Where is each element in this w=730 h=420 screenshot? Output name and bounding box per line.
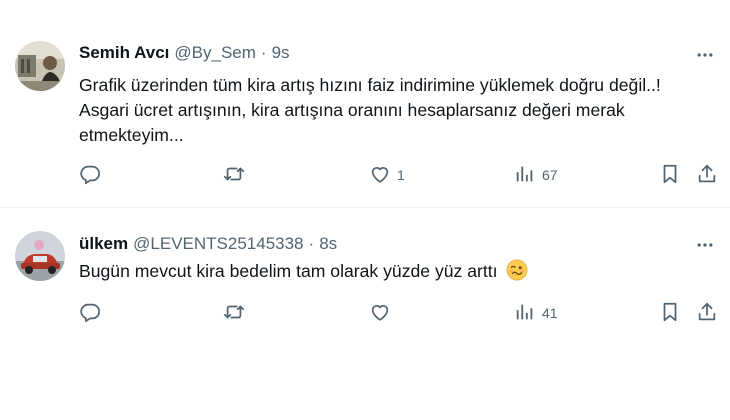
more-dots-icon[interactable]	[694, 234, 716, 256]
tweet-actions: 1 67	[79, 163, 724, 187]
share-icon	[696, 163, 718, 188]
bookmark-icon	[659, 163, 681, 188]
tweet[interactable]: ülkem @LEVENTS25145338 · 8s Bugün mevcut…	[0, 209, 730, 349]
bookmark-button[interactable]	[659, 163, 681, 187]
tweet-actions: 41	[79, 301, 724, 325]
tweet-text-line: etmekteyim...	[79, 125, 184, 145]
retweet-icon	[223, 163, 245, 188]
bookmark-button[interactable]	[659, 301, 681, 325]
tweet[interactable]: Semih Avcı @By_Sem · 9s Grafik üzerinden…	[0, 0, 730, 208]
share-button[interactable]	[696, 301, 718, 325]
share-icon	[696, 301, 718, 326]
views-button[interactable]: 67	[514, 163, 558, 187]
timestamp[interactable]: 8s	[319, 234, 337, 254]
heart-icon	[369, 301, 391, 326]
view-count: 41	[542, 305, 558, 321]
author-name[interactable]: Semih Avcı	[79, 43, 169, 63]
retweet-icon	[223, 301, 245, 326]
retweet-button[interactable]	[223, 163, 245, 187]
reply-icon	[79, 163, 101, 188]
tweet-text-line: Grafik üzerinden tüm kira artış hızını f…	[79, 75, 661, 95]
like-count: 1	[397, 167, 405, 183]
heart-icon	[369, 163, 391, 188]
reply-button[interactable]	[79, 163, 101, 187]
bookmark-icon	[659, 301, 681, 326]
timestamp[interactable]: 9s	[272, 43, 290, 63]
avatar[interactable]	[15, 41, 65, 91]
views-chart-icon	[514, 163, 536, 188]
tweet-header: Semih Avcı @By_Sem · 9s	[79, 43, 290, 63]
separator-dot: ·	[308, 234, 315, 253]
tweet-text: Grafik üzerinden tüm kira artış hızını f…	[79, 73, 719, 148]
reply-button[interactable]	[79, 301, 101, 325]
share-button[interactable]	[696, 163, 718, 187]
avatar[interactable]	[15, 231, 65, 281]
reply-icon	[79, 301, 101, 326]
tweet-text-line: Asgari ücret artışının, kira artışına or…	[79, 100, 625, 120]
views-button[interactable]: 41	[514, 301, 558, 325]
retweet-button[interactable]	[223, 301, 245, 325]
tweet-text: Bugün mevcut kira bedelim tam olarak yüz…	[79, 259, 719, 284]
more-dots-icon[interactable]	[694, 44, 716, 66]
woozy-face-icon	[506, 259, 528, 281]
views-chart-icon	[514, 301, 536, 326]
like-button[interactable]	[369, 301, 391, 325]
separator-dot: ·	[260, 43, 267, 62]
author-handle[interactable]: @LEVENTS25145338	[133, 234, 303, 254]
author-handle[interactable]: @By_Sem	[174, 43, 256, 63]
like-button[interactable]: 1	[369, 163, 405, 187]
tweet-text-line: Bugün mevcut kira bedelim tam olarak yüz…	[79, 261, 498, 281]
view-count: 67	[542, 167, 558, 183]
author-name[interactable]: ülkem	[79, 234, 128, 254]
tweet-header: ülkem @LEVENTS25145338 · 8s	[79, 234, 337, 254]
